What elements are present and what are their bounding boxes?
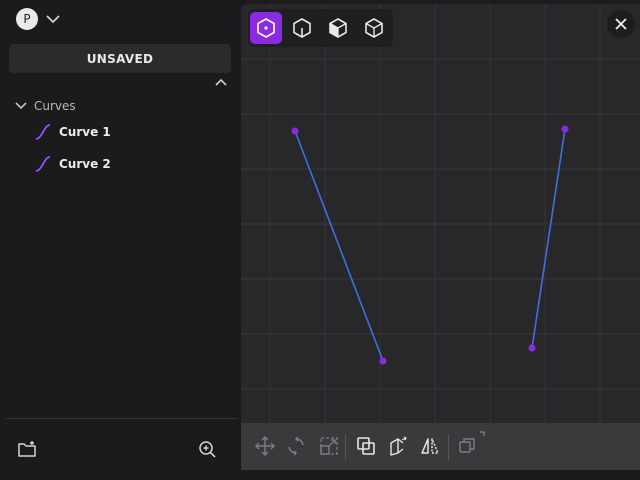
front-view-icon [293,18,311,38]
extrude-icon [390,436,407,456]
boolean-tool-button[interactable] [354,434,378,458]
toolbar-divider [448,434,449,460]
top-view-icon [257,18,275,38]
viewport-grid [241,4,640,470]
move-tool-button[interactable] [253,434,277,458]
scale-tool-button[interactable] [317,434,341,458]
tree-item-label: Curve 1 [59,125,111,139]
chevron-down-icon[interactable] [44,10,62,28]
perspective-view-icon [365,18,383,38]
perspective-view-button[interactable] [358,12,390,44]
top-view-button[interactable] [250,12,282,44]
toolbar-divider [345,434,346,460]
tree-item-curve-1[interactable]: Curve 1 [34,121,111,143]
move-icon [255,436,275,456]
curve-2[interactable] [528,125,569,352]
scale-icon [320,437,338,455]
close-icon [615,18,627,30]
curve-1[interactable] [291,127,387,365]
avatar-initial: P [23,12,31,26]
tree-item-label: Curve 2 [59,157,111,171]
curve-icon [35,156,51,172]
mirror-tool-button[interactable] [418,434,442,458]
save-status-label: UNSAVED [86,51,154,66]
zoom-in-icon[interactable] [196,438,218,460]
boolean-icon [357,437,375,455]
curve-point[interactable] [528,344,536,352]
close-button[interactable] [607,10,635,38]
extrude-tool-button[interactable] [386,434,410,458]
new-folder-icon[interactable] [16,438,38,460]
sidebar: P UNSAVED Curves Curve 1 Curve 2 [0,0,240,480]
curve-icon [35,124,51,140]
duplicate-tool-button[interactable] [455,431,485,458]
side-view-icon [329,18,347,38]
front-view-button[interactable] [286,12,318,44]
chevron-up-icon[interactable] [213,75,229,89]
tools-toolbar [241,423,640,470]
viewport-canvas[interactable] [241,4,640,470]
rotate-tool-button[interactable] [284,434,308,458]
tree-item-curve-2[interactable]: Curve 2 [34,153,111,175]
curve-point[interactable] [561,125,569,133]
curve-point[interactable] [291,127,299,135]
view-mode-toolbar [248,9,393,47]
save-status-button[interactable]: UNSAVED [9,44,231,73]
chevron-down-icon[interactable] [14,99,28,113]
avatar[interactable]: P [16,8,38,30]
tree-group-label: Curves [34,99,76,113]
submenu-indicator-icon [480,431,485,436]
mirror-icon [421,438,439,454]
side-view-button[interactable] [322,12,354,44]
duplicate-icon [459,438,475,453]
divider [6,418,238,419]
rotate-icon [288,436,304,456]
curve-point[interactable] [379,357,387,365]
tree-group-curves[interactable]: Curves [14,96,76,116]
